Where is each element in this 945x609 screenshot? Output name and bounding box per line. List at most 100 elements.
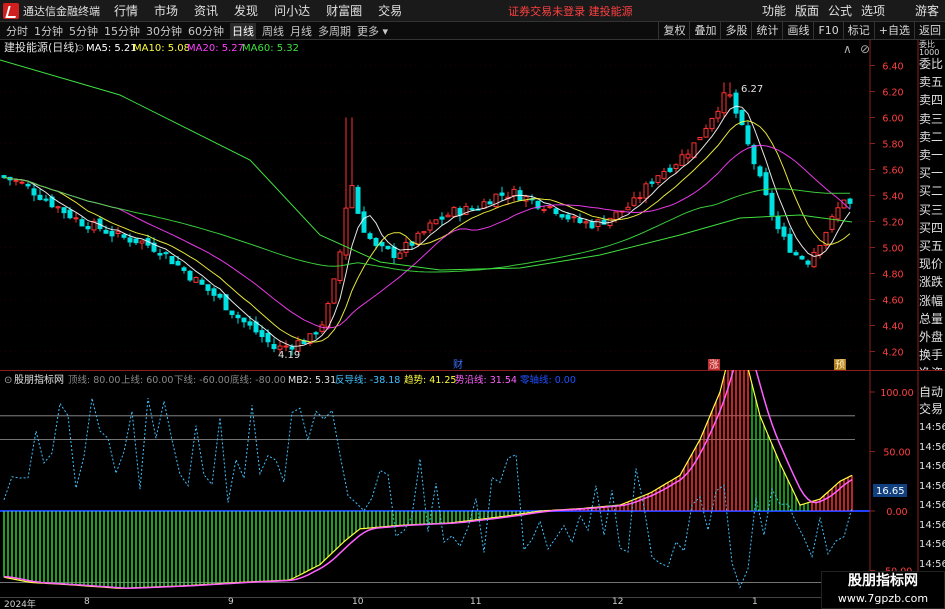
menu-item-layout[interactable]: 版面	[795, 2, 819, 19]
quote-field-12: 涨跌	[919, 275, 944, 290]
candle-body	[667, 167, 673, 172]
candle-body	[499, 192, 505, 196]
candle-body	[427, 222, 433, 231]
candle-body	[685, 153, 691, 159]
candle-body	[793, 252, 799, 256]
statistics-button[interactable]: 统计	[751, 22, 782, 40]
menu-item-discover[interactable]: 发现	[234, 2, 258, 19]
candle-body	[403, 241, 409, 253]
draw-line-button[interactable]: 画线	[782, 22, 813, 40]
candle-body	[67, 209, 73, 219]
candle-body	[43, 198, 49, 201]
stock-name-label: 建投能源(日线)	[4, 40, 79, 54]
period-1min[interactable]: 1分钟	[34, 23, 63, 39]
chart-tools: 复权 叠加 多股 统计 画线 F10 标记 +自选 返回	[658, 22, 945, 40]
candle-body	[127, 237, 133, 243]
multi-stock-button[interactable]: 多股	[720, 22, 751, 40]
menu-item-formula[interactable]: 公式	[828, 2, 852, 19]
period-toolbar: 分时 1分钟 5分钟 15分钟 30分钟 60分钟 日线 周线 月线 多周期 更…	[0, 22, 945, 40]
menu-item-wealth[interactable]: 财富圈	[326, 2, 362, 19]
menu-item-options[interactable]: 选项	[861, 2, 885, 19]
candle-body	[319, 324, 325, 332]
candle-body	[1, 175, 7, 178]
quote-field-5: 卖一	[919, 148, 944, 162]
indicator-settings-icon[interactable]: ⊙	[4, 375, 12, 386]
period-tick[interactable]: 分时	[6, 23, 28, 39]
candle-body	[775, 216, 781, 230]
candle-body	[115, 231, 121, 235]
candlestick-chart[interactable]: 6.40 6.20 6.00 5.80 5.60 5.40 5.20 5.00 4.80 4.60…	[0, 40, 945, 370]
period-weekly[interactable]: 周线	[262, 23, 284, 39]
login-notice[interactable]: 证券交易未登录 建投能源	[508, 3, 633, 19]
period-daily[interactable]: 日线	[230, 22, 256, 39]
candle-body	[349, 185, 355, 209]
candle-body	[745, 125, 751, 145]
candle-body	[751, 144, 757, 165]
candle-body	[439, 216, 445, 220]
candle-body	[103, 229, 109, 234]
period-60min[interactable]: 60分钟	[188, 23, 224, 39]
settings-icon[interactable]: ⊙	[76, 43, 84, 54]
candle-body	[559, 214, 565, 218]
f10-button[interactable]: F10	[813, 22, 842, 40]
indicator-chart[interactable]: 150.00100.0050.000.00-50.00 ⊙ 股朋指标网 顶线: …	[0, 370, 945, 598]
price-axis-label: 6.00	[882, 114, 903, 125]
menu-item-quotes[interactable]: 行情	[114, 2, 138, 19]
quote-small-label-2: 1000	[919, 48, 940, 57]
candle-body	[715, 110, 721, 119]
side-label: 交易	[919, 402, 944, 416]
menu-item-market[interactable]: 市场	[154, 2, 178, 19]
indicator-value-text: 16.65	[876, 486, 905, 497]
period-monthly[interactable]: 月线	[290, 23, 312, 39]
quote-field-1: 卖五	[919, 75, 944, 90]
overlay-button[interactable]: 叠加	[689, 22, 720, 40]
period-15min[interactable]: 15分钟	[104, 23, 140, 39]
menu-item-news[interactable]: 资讯	[194, 2, 218, 19]
quote-field-14: 总量	[919, 311, 944, 326]
quote-field-2: 卖四	[919, 93, 944, 108]
menu-item-function[interactable]: 功能	[762, 2, 786, 19]
mb2-label: MB2: 5.31	[288, 375, 336, 386]
candle-body	[817, 244, 823, 256]
quote-field-4: 卖二	[919, 129, 944, 144]
candle-body	[199, 279, 205, 285]
ma5-label: MA5: 5.21	[86, 43, 137, 54]
candle-body	[553, 208, 559, 215]
candle-body	[25, 183, 31, 187]
collapse-icon[interactable]: ∧	[843, 42, 852, 56]
candle-body	[811, 251, 817, 268]
candle-body	[661, 170, 667, 179]
add-favorite-button[interactable]: +自选	[873, 22, 914, 40]
candle-body	[85, 226, 91, 230]
back-button[interactable]: 返回	[914, 22, 945, 40]
settings-gear-icon[interactable]: ⊘	[860, 42, 870, 56]
rise-marker[interactable]: 涨	[709, 359, 719, 370]
price-axis-label: 6.20	[882, 88, 903, 99]
candle-body	[31, 188, 37, 196]
low-price-label: 4.19	[278, 350, 300, 361]
menu-item-trade[interactable]: 交易	[378, 2, 402, 19]
candle-body	[583, 221, 589, 224]
ma10-label: MA10: 5.08	[133, 43, 190, 54]
period-30min[interactable]: 30分钟	[146, 23, 182, 39]
indicator-axis-label: 100.00	[880, 388, 913, 399]
mark-button[interactable]: 标记	[842, 22, 874, 40]
candle-body	[487, 201, 493, 205]
period-5min[interactable]: 5分钟	[69, 23, 98, 39]
indicator-axis-label: 50.00	[883, 448, 910, 459]
forecast-marker[interactable]: 预	[835, 359, 845, 370]
candle-body	[451, 207, 457, 217]
price-axis-label: 5.00	[882, 244, 903, 255]
ma20-label: MA20: 5.27	[187, 43, 244, 54]
guest-user[interactable]: 游客	[915, 2, 939, 19]
candle-body	[703, 127, 709, 138]
restore-rights-button[interactable]: 复权	[658, 22, 689, 40]
candle-body	[721, 92, 727, 114]
candle-body	[691, 142, 697, 158]
period-more[interactable]: 更多 ▾	[357, 23, 388, 39]
period-multi[interactable]: 多周期	[318, 23, 351, 39]
menu-item-ask[interactable]: 问小达	[274, 2, 310, 19]
finance-marker[interactable]: 财	[453, 358, 463, 370]
candle-body	[577, 217, 583, 224]
menu-bar: 通达信金融终端 行情 市场 资讯 发现 问小达 财富圈 交易 证券交易未登录 建…	[0, 0, 945, 22]
